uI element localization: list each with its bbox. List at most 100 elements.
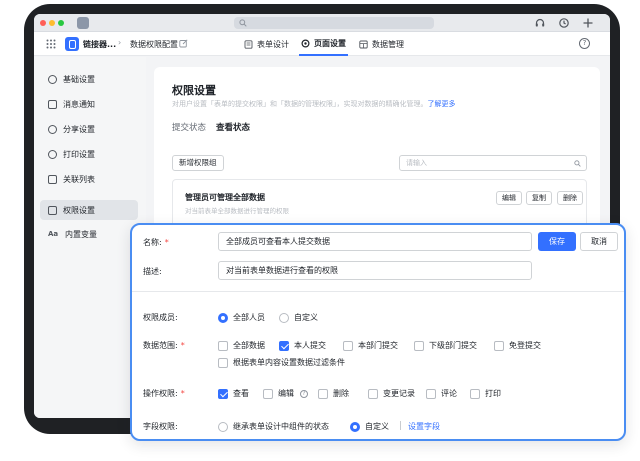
option-label: 变更记录 <box>383 389 415 398</box>
edit-group-button[interactable]: 编辑 <box>496 191 522 205</box>
required-mark: * <box>180 389 185 398</box>
search-icon <box>239 19 247 27</box>
copy-group-button[interactable]: 复制 <box>526 191 552 205</box>
radio-button[interactable] <box>218 421 228 432</box>
name-input[interactable]: 全部成员可查看本人提交数据 <box>218 232 532 251</box>
learn-more-link[interactable]: 了解更多 <box>428 100 456 108</box>
op-option-view[interactable]: 查看 <box>218 388 249 399</box>
scope-option-self-submitted[interactable]: 本人提交 <box>279 340 326 351</box>
checkbox[interactable] <box>414 340 424 351</box>
sidebar-item-label: 关联列表 <box>63 174 95 184</box>
history-icon[interactable] <box>558 17 570 29</box>
operations-label: 操作权限: * <box>143 388 185 399</box>
sidebar-item-label: 内置变量 <box>65 229 97 239</box>
option-label: 根据表单内容设置数据过滤条件 <box>233 358 345 367</box>
field-option-custom[interactable]: 自定义 <box>350 421 389 432</box>
group-title: 管理员可管理全部数据 <box>185 193 265 202</box>
maximize-window-button[interactable] <box>58 20 64 26</box>
cancel-button[interactable]: 取消 <box>580 232 618 251</box>
group-search-input[interactable]: 请输入 <box>399 155 587 171</box>
scope-option-filter-conditions[interactable]: 根据表单内容设置数据过滤条件 <box>218 357 345 368</box>
checkbox[interactable] <box>279 340 289 351</box>
sidebar-item-basic-settings[interactable]: 基础设置 <box>40 69 138 89</box>
tab-form-design[interactable]: 表单设计 <box>242 32 291 56</box>
option-label: 删除 <box>333 389 349 398</box>
checkbox[interactable] <box>318 388 328 399</box>
checkbox[interactable] <box>368 388 378 399</box>
scope-label: 数据范围: * <box>143 340 185 351</box>
field-option-inherit[interactable]: 继承表单设计中组件的状态 <box>218 421 329 432</box>
global-search-bar[interactable] <box>234 17 434 29</box>
sidebar-item-builtin-variables[interactable]: Aa 内置变量 <box>40 224 138 244</box>
option-label: 自定义 <box>294 313 318 322</box>
checkbox[interactable] <box>218 340 228 351</box>
app-grid-icon[interactable] <box>46 39 56 49</box>
member-option-custom[interactable]: 自定义 <box>279 312 318 323</box>
checkbox[interactable] <box>343 340 353 351</box>
form-icon <box>244 39 253 49</box>
tab-data-management[interactable]: 数据管理 <box>357 32 406 56</box>
option-label: 免登提交 <box>509 341 541 350</box>
checkbox[interactable] <box>263 388 273 399</box>
op-option-edit[interactable]: 编辑? <box>263 388 308 399</box>
field-permission-label: 字段权限: <box>143 422 178 431</box>
sidebar-item-linked-list[interactable]: 关联列表 <box>40 169 138 189</box>
tab-view-status[interactable]: 查看状态 <box>216 121 250 133</box>
op-option-print[interactable]: 打印 <box>470 388 501 399</box>
scope-option-anonymous-submitted[interactable]: 免登提交 <box>494 340 541 351</box>
scope-option-dept-submitted[interactable]: 本部门提交 <box>343 340 398 351</box>
save-button[interactable]: 保存 <box>538 232 576 251</box>
op-option-delete[interactable]: 删除 <box>318 388 349 399</box>
scope-option-subdept-submitted[interactable]: 下级部门提交 <box>414 340 477 351</box>
radio-button[interactable] <box>279 312 289 323</box>
add-permission-group-button[interactable]: 新增权限组 <box>172 155 224 171</box>
scope-option-all-data[interactable]: 全部数据 <box>218 340 265 351</box>
option-label: 全部数据 <box>233 341 265 350</box>
set-fields-link[interactable]: 设置字段 <box>408 421 440 432</box>
checkbox[interactable] <box>494 340 504 351</box>
checkbox[interactable] <box>218 357 228 368</box>
required-mark: * <box>164 238 169 247</box>
app-logo <box>65 37 79 51</box>
option-label: 本人提交 <box>294 341 326 350</box>
radio-button[interactable] <box>218 312 228 323</box>
name-label: 名称: * <box>143 237 169 248</box>
checkbox[interactable] <box>470 388 480 399</box>
minimize-window-button[interactable] <box>49 20 55 26</box>
checkbox[interactable] <box>218 388 228 399</box>
close-window-button[interactable] <box>40 20 46 26</box>
radio-button[interactable] <box>350 421 360 432</box>
sidebar-item-permissions[interactable]: 权限设置 <box>40 200 138 220</box>
sidebar-item-share-settings[interactable]: 分享设置 <box>40 119 138 139</box>
stage: 链接器... › 数据权限配置 表单设计 页面设置 数据管理 ? 基础设置 消息… <box>0 0 640 461</box>
option-label: 查看 <box>233 389 249 398</box>
lock-icon <box>48 205 57 215</box>
option-label: 全部人员 <box>233 313 265 322</box>
option-label: 自定义 <box>365 422 389 431</box>
search-icon <box>574 160 581 167</box>
app-name[interactable]: 链接器... <box>83 39 116 50</box>
edit-name-icon[interactable] <box>179 39 188 48</box>
variable-icon: Aa <box>48 229 59 238</box>
breadcrumb-page: 数据权限配置 <box>130 40 178 49</box>
help-icon[interactable]: ? <box>300 389 308 398</box>
sidebar-item-label: 分享设置 <box>63 124 95 134</box>
headset-icon[interactable] <box>534 17 546 29</box>
option-label: 评论 <box>441 389 457 398</box>
tab-submit-status[interactable]: 提交状态 <box>172 121 206 133</box>
description-text: 对用户设置「表单的提交权限」和「数据的管理权限」，实现对数据的精确化管理。 <box>172 100 428 108</box>
checkbox[interactable] <box>426 388 436 399</box>
tab-page-settings[interactable]: 页面设置 <box>299 32 348 56</box>
settings-gear-icon <box>301 38 310 48</box>
help-icon[interactable]: ? <box>579 38 590 49</box>
sidebar-item-print-settings[interactable]: 打印设置 <box>40 144 138 164</box>
delete-group-button[interactable]: 删除 <box>557 191 583 205</box>
op-option-change-log[interactable]: 变更记录 <box>368 388 415 399</box>
member-option-all[interactable]: 全部人员 <box>218 312 265 323</box>
add-icon[interactable] <box>582 17 594 29</box>
sidebar-item-notifications[interactable]: 消息通知 <box>40 94 138 114</box>
op-option-comment[interactable]: 评论 <box>426 388 457 399</box>
window-titlebar <box>34 14 610 32</box>
tab-form-design-label: 表单设计 <box>257 39 289 49</box>
description-input[interactable]: 对当前表单数据进行查看的权限 <box>218 261 532 280</box>
